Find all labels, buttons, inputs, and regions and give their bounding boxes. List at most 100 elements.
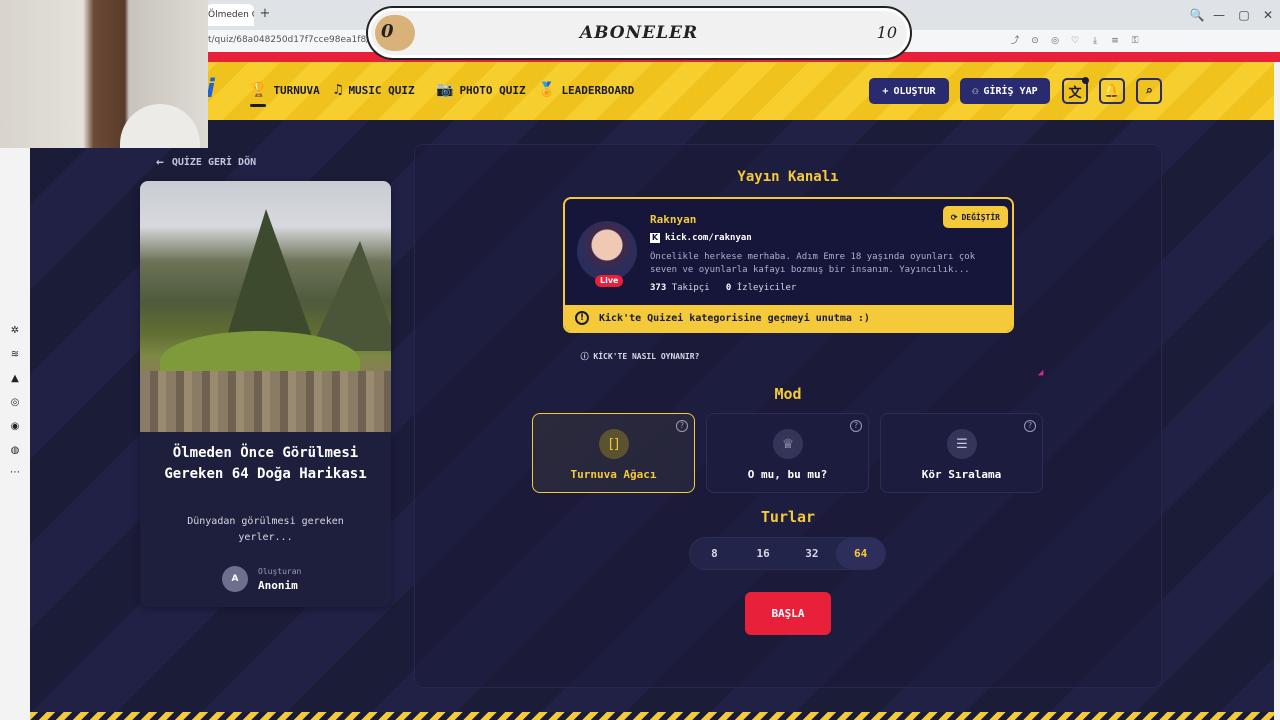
round-option-32[interactable]: 32 — [788, 538, 837, 569]
create-label: OLUŞTUR — [893, 85, 936, 97]
nav-turnuva[interactable]: 🏆 TURNUVA — [250, 82, 320, 98]
medal-icon: 🏅 — [538, 82, 556, 98]
bottom-stripe — [30, 712, 1274, 720]
quiz-description: Dünyadan görülmesi gereken yerler... — [187, 516, 344, 543]
followers-count: 373 — [650, 283, 667, 293]
quiz-title: Ölmeden Önce Görülmesi Gereken 64 Doğa H… — [164, 445, 367, 482]
help-icon[interactable]: ? — [1024, 420, 1036, 432]
back-label: QUİZE GERİ DÖN — [171, 157, 257, 168]
crown-icon: ♕ — [773, 429, 803, 459]
streamer-bio: Öncelikle herkese merhaba. Adım Emre 18 … — [650, 252, 976, 275]
shield-icon[interactable]: ◎ — [1048, 35, 1062, 47]
kick-icon: K — [650, 233, 660, 243]
creator-name: Anonim — [258, 578, 298, 592]
gpt-icon[interactable]: ◎ — [8, 396, 22, 410]
bracket-icon: [] — [599, 429, 629, 459]
search-icon: ⌕ — [1145, 83, 1153, 99]
new-tab-button[interactable]: + — [258, 7, 272, 21]
notifications-button[interactable]: 🔔 — [1099, 78, 1125, 104]
playlist-icon[interactable]: ≡ — [1108, 35, 1122, 47]
nav-label: LEADERBOARD — [561, 83, 635, 97]
search-tabs-icon[interactable]: 🔍 — [1188, 6, 1206, 24]
plus-icon: + — [882, 85, 889, 97]
browser-tab[interactable]: Ölmeden Önce Görülmesi — [206, 4, 254, 26]
nav-music-quiz[interactable]: ♫ MUSIC QUIZ — [334, 82, 415, 98]
warning-icon: ! — [575, 311, 589, 325]
round-option-8[interactable]: 8 — [690, 538, 739, 569]
create-button[interactable]: + OLUŞTUR — [869, 78, 949, 104]
quiz-cover-image — [140, 181, 391, 432]
mode-section-title: Mod — [774, 385, 802, 403]
share-icon[interactable]: ⤴ — [1008, 35, 1022, 47]
stream-stats: 373 Takipçi 0 İzleyiciler — [650, 283, 796, 293]
login-button[interactable]: ⚇ GİRİŞ YAP — [960, 78, 1050, 104]
rounds-selector: 8 16 32 64 — [689, 537, 886, 570]
browser-sidebar: ✲ ≋ ▲ ◎ ◉ ◍ ⋯ — [0, 148, 30, 720]
mode-option-tournament[interactable]: [] Turnuva Ağacı ? — [532, 413, 695, 493]
help-icon: ⓘ — [580, 352, 589, 361]
messenger-icon[interactable]: ◉ — [8, 420, 22, 434]
user-icon: ⚇ — [972, 85, 979, 97]
streamer-name: Raknyan — [650, 213, 697, 226]
round-option-64[interactable]: 64 — [836, 538, 885, 569]
extension-icons: ⤴ ⊙ ◎ ♡ ⤓ ≡ ⚿ — [1008, 35, 1142, 47]
more-icon[interactable]: ⋯ — [8, 466, 22, 480]
triangle-icon[interactable]: ▲ — [8, 372, 22, 386]
minimize-button[interactable]: — — [1210, 6, 1228, 24]
translate-icon: 文 — [1068, 85, 1082, 101]
change-channel-button[interactable]: ⟳ DEĞİŞTİR — [942, 206, 1008, 228]
subscriber-goal-overlay: 0 ABONELER 10 — [368, 8, 910, 58]
followers-label: Takipçi — [671, 283, 710, 293]
help-icon[interactable]: ? — [850, 420, 862, 432]
stream-url: kick.com/raknyan — [665, 233, 752, 243]
close-button[interactable]: ✕ — [1259, 6, 1277, 24]
mode-label: Turnuva Ağacı — [570, 468, 657, 481]
viewers-count: 0 — [725, 283, 732, 293]
creator-label: Oluşturan — [258, 566, 302, 576]
login-label: GİRİŞ YAP — [983, 85, 1038, 97]
nav-leaderboard[interactable]: 🏅 LEADERBOARD — [538, 82, 634, 98]
goal-target: 10 — [876, 23, 897, 42]
bell-icon: 🔔 — [1103, 83, 1121, 99]
stream-link[interactable]: K kick.com/raknyan — [650, 233, 752, 243]
whatsapp-icon[interactable]: ◍ — [8, 444, 22, 458]
change-label: DEĞİŞTİR — [961, 212, 1000, 222]
search-button[interactable]: ⌕ — [1136, 78, 1162, 104]
active-nav-indicator — [250, 104, 266, 107]
download-icon[interactable]: ⤓ — [1088, 35, 1102, 47]
back-to-quiz-link[interactable]: ← QUİZE GERİ DÖN — [156, 155, 256, 170]
camera-icon: 📷 — [436, 82, 454, 98]
stream-section-title: Yayın Kanalı — [737, 169, 839, 185]
quiz-card: Ölmeden Önce Görülmesi Gereken 64 Doğa H… — [140, 181, 391, 607]
help-icon[interactable]: ? — [676, 420, 688, 432]
list-ordered-icon: ☰ — [947, 429, 977, 459]
nav-label: MUSIC QUIZ — [348, 83, 415, 97]
mode-option-this-or-that[interactable]: ♕ O mu, bu mu? ? — [706, 413, 869, 493]
warning-text: Kick'te Quizei kategorisine geçmeyi unut… — [599, 312, 870, 324]
stream-channel-card: Live Raknyan K kick.com/raknyan Öncelikl… — [563, 197, 1014, 333]
screenshot-icon[interactable]: ⊙ — [1028, 35, 1042, 47]
streamer-avatar — [577, 221, 637, 281]
how-to-play-link[interactable]: ⓘ KİCK'TE NASIL OYNANIR? — [0, 351, 1280, 362]
heart-icon[interactable]: ♡ — [1068, 35, 1082, 47]
refresh-icon: ⟳ — [950, 212, 958, 222]
howto-label: KİCK'TE NASIL OYNANIR? — [593, 352, 700, 361]
start-button[interactable]: BAŞLA — [745, 592, 831, 635]
maximize-button[interactable]: ▢ — [1235, 6, 1253, 24]
quiz-creator: A Oluşturan Anonim — [222, 566, 301, 592]
mode-label: Kör Sıralama — [921, 468, 1002, 481]
round-option-16[interactable]: 16 — [739, 538, 788, 569]
nav-photo-quiz[interactable]: 📷 PHOTO QUIZ — [436, 82, 526, 98]
nav-label: TURNUVA — [273, 83, 320, 97]
avatar: A — [222, 566, 248, 592]
notification-dot — [1082, 77, 1089, 84]
kick-category-warning: ! Kick'te Quizei kategorisine geçmeyi un… — [565, 305, 1012, 331]
viewers-label: İzleyiciler — [736, 283, 797, 293]
music-icon: ♫ — [334, 82, 343, 98]
mode-option-blind-ranking[interactable]: ☰ Kör Sıralama ? — [880, 413, 1043, 493]
arrow-left-icon: ← — [156, 155, 164, 170]
sparkle-icon[interactable]: ✲ — [8, 324, 22, 338]
page-scrollbar[interactable] — [1274, 62, 1280, 720]
profile-icon[interactable]: ⚿ — [1128, 35, 1142, 47]
goal-title: ABONELER — [579, 23, 699, 43]
